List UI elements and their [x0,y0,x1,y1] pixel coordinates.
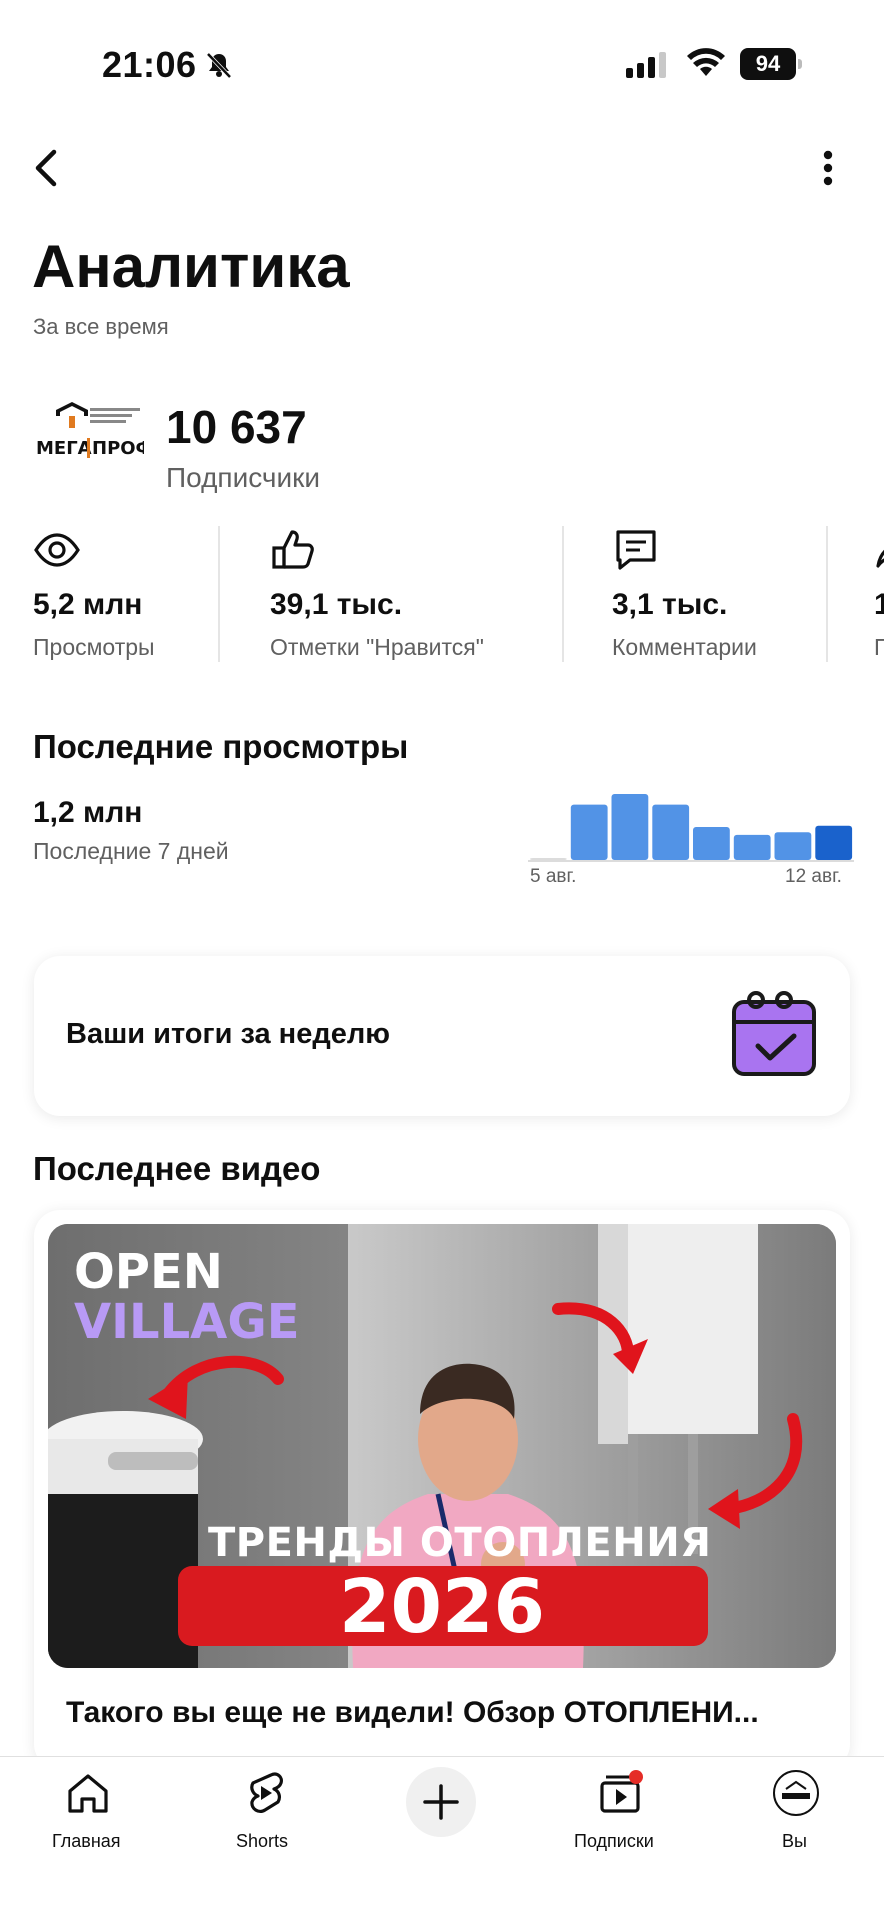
battery-icon: 94 [740,48,802,80]
recent-views-title: Последние просмотры [33,728,409,765]
thumbnail-text-open: OPEN [74,1244,223,1300]
logo-text-profi: ПРОФИ [92,438,144,459]
subscriptions-icon [600,1770,643,1813]
wifi-icon [687,48,725,76]
chart-bar [570,804,608,860]
bell-muted-icon [206,52,232,79]
chart-bar [530,858,567,860]
shorts-icon [250,1772,283,1814]
status-bar: 21:06 94 [0,0,884,130]
plus-icon [423,1784,459,1820]
thumbnail-text-village: VILLAGE [74,1294,300,1350]
eye-icon [34,533,80,567]
weekly-summary-label: Ваши итоги за неделю [66,1018,391,1050]
stat-value: 39,1 тыс. [270,588,403,621]
more-vert-icon[interactable] [808,146,848,190]
back-arrow-icon[interactable] [26,146,70,190]
create-button[interactable] [406,1767,476,1837]
home-icon [68,1774,108,1813]
nav-home[interactable]: Главная [40,1757,136,1877]
stat-shares[interactable]: 1 П [874,526,884,662]
latest-video-card[interactable]: OPEN VILLAGE ТРЕНДЫ ОТОПЛЕНИЯ 2026 Таког… [34,1210,850,1770]
chart-x-label-start: 5 авг. [530,866,577,887]
nav-label: Вы [782,1831,807,1851]
stat-label: Просмотры [33,634,155,660]
status-time: 21:06 [102,44,197,85]
stat-label: П [874,634,884,660]
subscriber-count: 10 637 [166,401,307,453]
recent-views-value: 1,2 млн [33,796,143,829]
nav-label: Подписки [574,1831,654,1851]
divider [562,526,564,662]
period-subtitle: За все время [33,314,169,339]
thumbnail-headline: ТРЕНДЫ ОТОПЛЕНИЯ [208,1520,712,1566]
comment-icon [616,530,656,570]
stat-label: Комментарии [612,634,757,660]
nav-subscriptions[interactable]: Подписки [570,1757,670,1877]
chart-bar [611,794,649,860]
chart-bar [733,834,771,860]
divider [826,526,828,662]
battery-level: 94 [740,48,796,80]
video-thumbnail[interactable]: OPEN VILLAGE ТРЕНДЫ ОТОПЛЕНИЯ 2026 [48,1224,836,1668]
cellular-signal-icon [626,52,666,78]
stat-label: Отметки "Нравится" [270,634,484,660]
thumbs-up-icon [272,530,314,569]
logo-text-mega: МЕГА [36,438,92,459]
stat-value: 1 [874,588,884,621]
nav-you[interactable]: Вы [766,1757,826,1877]
subscriber-label: Подписчики [166,462,321,493]
chart-bar [815,825,853,860]
recent-views-period: Последние 7 дней [33,838,229,864]
chart-bar [652,804,690,860]
nav-label: Главная [52,1831,121,1851]
chart-bar [693,827,730,860]
thumbnail-year: 2026 [339,1564,545,1650]
stat-value: 5,2 млн [33,588,143,621]
avatar-icon [773,1770,819,1816]
page-title: Аналитика [32,233,350,300]
latest-video-title: Последнее видео [33,1150,321,1187]
video-title[interactable]: Такого вы еще не видели! Обзор ОТОПЛЕНИ.… [66,1696,759,1730]
bottom-navigation: Главная Shorts Подписки Вы [0,1756,884,1920]
weekly-summary-card[interactable]: Ваши итоги за неделю [34,956,850,1116]
calendar-check-icon [732,991,816,1076]
nav-label: Shorts [236,1831,289,1851]
nav-shorts[interactable]: Shorts [220,1757,310,1877]
chart-bar [774,832,812,860]
stat-value: 3,1 тыс. [612,588,728,621]
divider [218,526,220,662]
chart-x-label-end: 12 авг. [785,866,842,887]
channel-logo: МЕГА ПРОФИ [36,402,144,459]
share-icon [876,549,884,568]
